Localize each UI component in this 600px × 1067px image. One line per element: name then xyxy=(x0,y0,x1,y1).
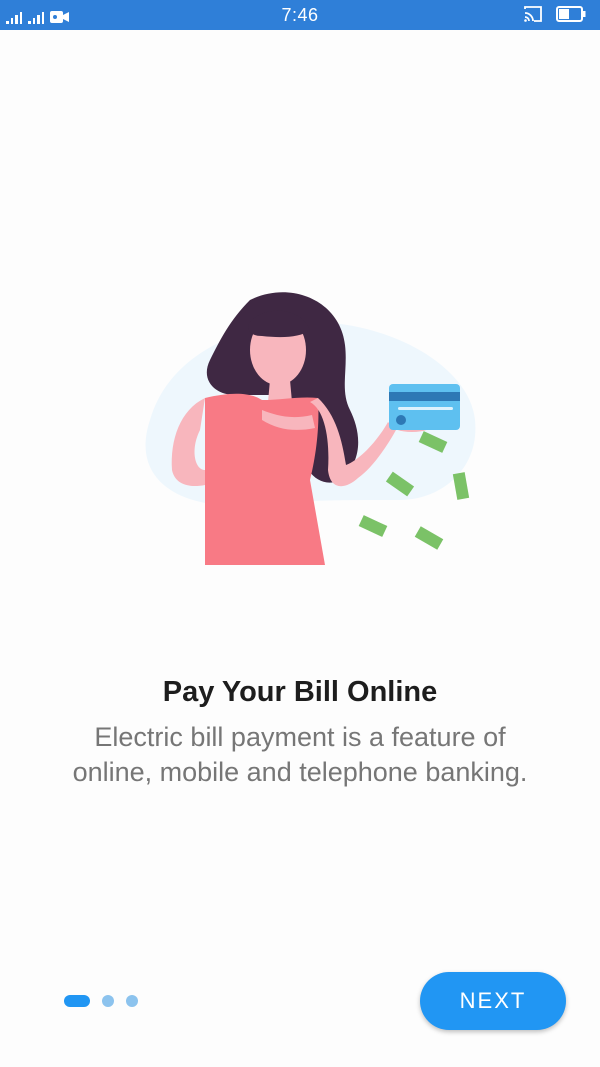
page-dot xyxy=(102,995,114,1007)
status-bar: 7:46 xyxy=(0,0,600,30)
status-right-icons xyxy=(524,6,586,22)
woman-paying-illustration xyxy=(145,292,476,565)
next-button[interactable]: NEXT xyxy=(420,972,566,1030)
page-dot-active xyxy=(64,995,90,1007)
onboarding-title: Pay Your Bill Online xyxy=(162,676,438,708)
onboarding-description: Electric bill payment is a feature of on… xyxy=(72,722,528,787)
cast-icon xyxy=(524,6,542,22)
battery-icon xyxy=(556,6,586,22)
page-indicator xyxy=(64,995,138,1007)
status-time: 7:46 xyxy=(281,5,319,25)
page-dot xyxy=(126,995,138,1007)
